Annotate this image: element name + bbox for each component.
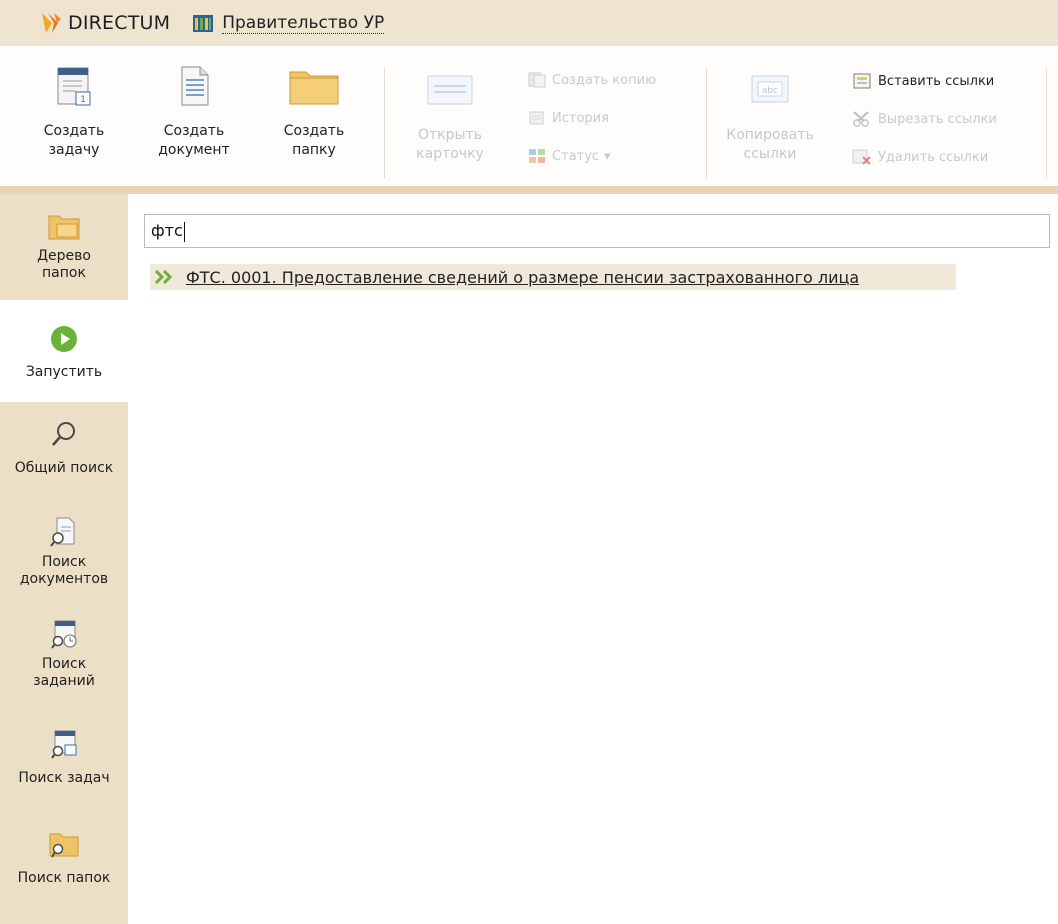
chevron-down-icon: ▾ bbox=[604, 148, 611, 164]
status-grid-icon bbox=[529, 149, 545, 163]
title-bar: DIRECTUM Правительство УР bbox=[0, 0, 1058, 46]
double-chevron-right-icon bbox=[154, 269, 173, 285]
sidebar-item-run[interactable]: Запустить bbox=[0, 300, 128, 402]
sidebar-item-folder-tree[interactable]: Дерево папок bbox=[0, 212, 128, 282]
delete-links-button[interactable]: Удалить ссылки bbox=[852, 148, 988, 166]
search-folders-label: Поиск папок bbox=[17, 870, 111, 886]
search-tasks-label: Поиск задач bbox=[18, 770, 110, 786]
search-documents-label: Поиск документов bbox=[19, 554, 109, 587]
status-dropdown[interactable]: Статус ▾ bbox=[528, 148, 611, 164]
create-task-label: Создать задачу bbox=[43, 123, 105, 158]
scissors-icon bbox=[853, 111, 869, 127]
search-input-value: фтс bbox=[151, 221, 183, 240]
history-button[interactable]: История bbox=[528, 110, 609, 126]
delete-link-icon bbox=[852, 149, 871, 165]
cut-links-button[interactable]: Вырезать ссылки bbox=[852, 110, 997, 128]
paste-links-button[interactable]: Вставить ссылки bbox=[852, 72, 994, 90]
navigation-sidebar: Дерево папок Запустить Общий поиск Поиск… bbox=[0, 194, 128, 924]
text-caret bbox=[183, 221, 185, 242]
organization-link[interactable]: Правительство УР bbox=[192, 12, 385, 34]
create-document-button[interactable]: Создать документ bbox=[144, 64, 244, 160]
directum-brand[interactable]: DIRECTUM bbox=[40, 11, 170, 35]
create-folder-label: Создать папку bbox=[283, 123, 345, 158]
paste-link-icon bbox=[853, 73, 871, 89]
organization-name: Правительство УР bbox=[222, 12, 385, 34]
result-link[interactable]: ФТС. 0001. Предоставление сведений о раз… bbox=[186, 268, 859, 287]
create-copy-button[interactable]: Создать копию bbox=[528, 72, 656, 88]
create-folder-button[interactable]: Создать папку bbox=[264, 64, 364, 160]
copy-link-icon: abc bbox=[751, 75, 789, 103]
search-assignments-label: Поиск заданий bbox=[33, 656, 95, 689]
open-card-button[interactable]: Открыть карточку bbox=[400, 72, 500, 164]
status-label: Статус bbox=[552, 148, 600, 164]
task-calendar-icon: 1 bbox=[57, 67, 91, 106]
copy-doc-icon bbox=[528, 72, 546, 88]
svg-text:1: 1 bbox=[80, 95, 86, 105]
assignment-search-icon bbox=[51, 620, 77, 649]
sidebar-item-search-folders[interactable]: Поиск папок bbox=[0, 830, 128, 887]
play-icon bbox=[51, 326, 77, 352]
open-card-label: Открыть карточку bbox=[416, 127, 484, 162]
sidebar-item-search-tasks[interactable]: Поиск задач bbox=[0, 728, 128, 787]
copy-links-label: Копировать ссылки bbox=[726, 127, 814, 162]
create-copy-label: Создать копию bbox=[552, 72, 656, 88]
magnifier-icon bbox=[52, 422, 75, 446]
ribbon-separator bbox=[1046, 68, 1047, 178]
history-icon bbox=[529, 111, 544, 125]
document-search-icon bbox=[50, 517, 75, 547]
folder-icon bbox=[289, 71, 339, 105]
list-item[interactable]: ФТС. 0001. Предоставление сведений о раз… bbox=[150, 264, 956, 290]
folder-tree-icon bbox=[48, 215, 80, 240]
directum-logo-icon bbox=[42, 13, 61, 33]
ribbon-separator bbox=[706, 68, 707, 178]
search-input[interactable]: фтс bbox=[144, 214, 1050, 248]
paste-links-label: Вставить ссылки bbox=[878, 73, 995, 89]
copy-links-button[interactable]: abc Копировать ссылки bbox=[720, 72, 820, 164]
ribbon-toolbar: 1 Создать задачу Создать документ Создат… bbox=[0, 46, 1058, 186]
cut-links-label: Вырезать ссылки bbox=[878, 111, 997, 127]
delete-links-label: Удалить ссылки bbox=[878, 149, 989, 165]
create-task-button[interactable]: 1 Создать задачу bbox=[24, 64, 124, 160]
general-search-label: Общий поиск bbox=[14, 460, 114, 476]
sidebar-item-search-documents[interactable]: Поиск документов bbox=[0, 516, 128, 588]
app-name: DIRECTUM bbox=[68, 12, 171, 34]
run-label: Запустить bbox=[25, 364, 103, 380]
create-document-label: Создать документ bbox=[158, 123, 230, 158]
card-icon bbox=[427, 75, 473, 105]
history-label: История bbox=[552, 110, 609, 126]
ribbon-bottom-border bbox=[0, 186, 1058, 194]
folder-tree-label: Дерево папок bbox=[37, 248, 91, 281]
document-icon bbox=[181, 66, 209, 106]
sidebar-item-general-search[interactable]: Общий поиск bbox=[0, 420, 128, 477]
organization-icon bbox=[193, 15, 214, 32]
svg-text:abc: abc bbox=[762, 86, 778, 96]
ribbon-separator bbox=[384, 68, 385, 178]
task-search-icon bbox=[51, 730, 77, 759]
folder-search-icon bbox=[49, 833, 79, 858]
sidebar-item-search-assignments[interactable]: Поиск заданий bbox=[0, 618, 128, 690]
